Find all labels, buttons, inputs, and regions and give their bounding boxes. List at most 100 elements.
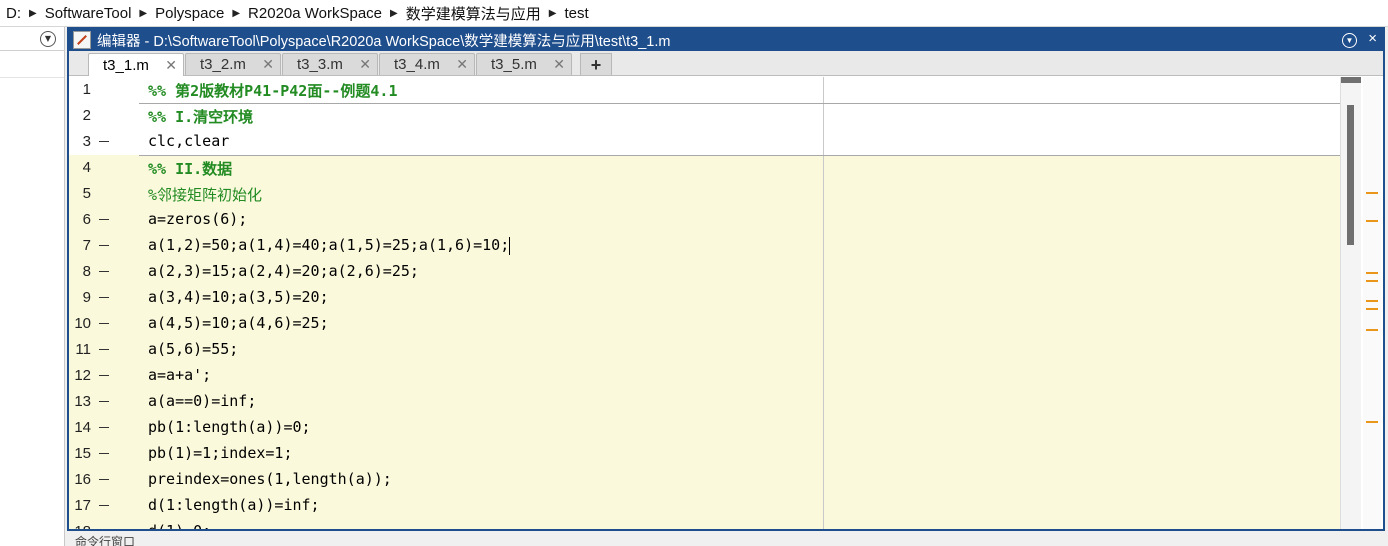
code-analyzer-markbar[interactable] (1363, 77, 1381, 529)
code-line[interactable]: 11 a(5,6)=55; (69, 337, 1345, 363)
code-line[interactable]: 17 d(1:length(a))=inf; (69, 493, 1345, 519)
breakpoint-gutter-dash[interactable] (99, 297, 109, 298)
warning-mark[interactable] (1366, 421, 1378, 423)
tab-label: t3_5.m (491, 56, 537, 73)
breakpoint-gutter-dash[interactable] (99, 427, 109, 428)
tab-label: t3_3.m (297, 56, 343, 73)
breakpoint-gutter-dash[interactable] (99, 323, 109, 324)
code-text: a(4,5)=10;a(4,6)=25; (148, 314, 329, 332)
tab-t3_3-m[interactable]: t3_3.m ✕ (282, 53, 378, 75)
line-number: 14 (74, 419, 91, 436)
breakpoint-gutter-dash[interactable] (99, 349, 109, 350)
tab-t3_2-m[interactable]: t3_2.m ✕ (185, 53, 281, 75)
line-number: 15 (74, 445, 91, 462)
breakpoint-gutter-dash[interactable] (99, 401, 109, 402)
tab-t3_4-m[interactable]: t3_4.m ✕ (379, 53, 475, 75)
code-line[interactable]: 5 %邻接矩阵初始化 (69, 181, 1345, 207)
tab-close-icon[interactable]: ✕ (262, 56, 274, 73)
breadcrumb-item[interactable]: test (564, 5, 588, 22)
line-number: 1 (82, 81, 91, 98)
warning-mark[interactable] (1366, 272, 1378, 274)
code-line[interactable]: 8 a(2,3)=15;a(2,4)=20;a(2,6)=25; (69, 259, 1345, 285)
tab-bar: + t3_1.m ✕ t3_2.m ✕ t3_3.m ✕ t3_4.m ✕ t3_5.m ✕ (69, 51, 1383, 76)
editor-title-bar: 编辑器 - D:\SoftwareTool\Polyspace\R2020a W… (69, 29, 1383, 51)
breadcrumb-arrow-icon[interactable]: ▶ (232, 8, 240, 19)
breadcrumb-arrow-icon[interactable]: ▶ (549, 8, 557, 19)
breadcrumb-item[interactable]: 数学建模算法与应用 (406, 3, 541, 24)
panel-menu-chevron-down-icon[interactable]: ▼ (40, 31, 56, 47)
code-text: a(2,3)=15;a(2,4)=20;a(2,6)=25; (148, 262, 419, 280)
tab-close-icon[interactable]: ✕ (359, 56, 371, 73)
breakpoint-gutter-dash[interactable] (99, 141, 109, 142)
tab-close-icon[interactable]: ✕ (553, 56, 565, 73)
line-number: 18 (69, 523, 91, 529)
code-line[interactable]: 13 a(a==0)=inf; (69, 389, 1345, 415)
line-number: 6 (82, 211, 91, 228)
code-line[interactable]: 9 a(3,4)=10;a(3,5)=20; (69, 285, 1345, 311)
line-number: 9 (82, 289, 91, 306)
breakpoint-gutter-dash[interactable] (99, 271, 109, 272)
breakpoint-gutter-dash[interactable] (99, 219, 109, 220)
code-text: clc,clear (148, 132, 230, 150)
cell-divider (139, 155, 1345, 156)
command-window-label: 命令行窗口 (75, 535, 136, 546)
command-window-header[interactable]: 命令行窗口 (67, 533, 1385, 546)
line-number: 13 (74, 393, 91, 410)
tab-t3_1-m[interactable]: t3_1.m ✕ (88, 53, 184, 76)
add-tab-plus-icon[interactable]: + (580, 53, 612, 75)
warning-mark[interactable] (1366, 192, 1378, 194)
breakpoint-gutter-dash[interactable] (99, 479, 109, 480)
breadcrumb-arrow-icon[interactable]: ▶ (139, 8, 147, 19)
panel-header: ▼ (0, 27, 64, 51)
warning-mark[interactable] (1366, 308, 1378, 310)
code-text: a(1,2)=50;a(1,4)=40;a(1,5)=25;a(1,6)=10; (148, 236, 511, 255)
code-line[interactable]: 1 %% 第2版教材P41-P42面--例题4.1 (69, 77, 1345, 103)
window-menu-chevron-down-icon[interactable]: ▼ (1342, 33, 1357, 48)
editor-title: 编辑器 - D:\SoftwareTool\Polyspace\R2020a W… (97, 33, 671, 50)
code-line[interactable]: 10 a(4,5)=10;a(4,6)=25; (69, 311, 1345, 337)
code-line[interactable]: 14 pb(1:length(a))=0; (69, 415, 1345, 441)
scrollbar-thumb[interactable] (1347, 105, 1354, 245)
code-line[interactable]: 6 a=zeros(6); (69, 207, 1345, 233)
breakpoint-gutter-dash[interactable] (99, 453, 109, 454)
code-line[interactable]: 2 %% I.清空环境 (69, 103, 1345, 129)
code-text: a=a+a'; (148, 366, 212, 384)
address-bar[interactable]: D: ▶ SoftwareTool ▶ Polyspace ▶ R2020a WorkSpa… (0, 0, 1388, 27)
code-line[interactable]: 12 a=a+a'; (69, 363, 1345, 389)
breakpoint-gutter-dash[interactable] (99, 505, 109, 506)
tab-close-icon[interactable]: ✕ (456, 56, 468, 73)
code-line[interactable]: 16 preindex=ones(1,length(a)); (69, 467, 1345, 493)
code-line[interactable]: 18 d(1)=0; (69, 519, 1345, 529)
breadcrumb-item[interactable]: SoftwareTool (45, 5, 132, 22)
code-line[interactable]: 4 %% II.数据 (69, 155, 1345, 181)
comment-text: %% II.数据 (148, 160, 233, 178)
code-editor[interactable]: 1 %% 第2版教材P41-P42面--例题4.1 2 %% I.清空环境 3 clc,c… (69, 77, 1345, 529)
warning-mark[interactable] (1366, 220, 1378, 222)
editor-window: 编辑器 - D:\SoftwareTool\Polyspace\R2020a W… (67, 27, 1385, 531)
code-text: a(5,6)=55; (148, 340, 239, 358)
warning-mark[interactable] (1366, 329, 1378, 331)
code-line[interactable]: 15 pb(1)=1;index=1; (69, 441, 1345, 467)
close-icon[interactable]: × (1368, 30, 1377, 47)
scrollbar-cap (1341, 77, 1361, 83)
breadcrumb-arrow-icon[interactable]: ▶ (390, 8, 398, 19)
breadcrumb-arrow-icon[interactable]: ▶ (29, 8, 37, 19)
breakpoint-gutter-dash[interactable] (99, 245, 109, 246)
line-number: 11 (75, 341, 91, 358)
line-number: 10 (74, 315, 91, 332)
tab-label: t3_1.m (103, 56, 149, 74)
breakpoint-gutter-dash[interactable] (99, 375, 109, 376)
warning-mark[interactable] (1366, 280, 1378, 282)
code-line[interactable]: 3 clc,clear (69, 129, 1345, 155)
tab-close-icon[interactable]: ✕ (165, 57, 177, 74)
code-text: a(3,4)=10;a(3,5)=20; (148, 288, 329, 306)
warning-mark[interactable] (1366, 300, 1378, 302)
breadcrumb-item[interactable]: Polyspace (155, 5, 224, 22)
vertical-scrollbar[interactable] (1340, 77, 1361, 529)
breadcrumb-item[interactable]: R2020a WorkSpace (248, 5, 382, 22)
editor-icon (73, 31, 91, 49)
code-line[interactable]: 7 a(1,2)=50;a(1,4)=40;a(1,5)=25;a(1,6)=10… (69, 233, 1345, 259)
breadcrumb-item[interactable]: D: (6, 5, 21, 22)
code-text: d(1)=0; (148, 522, 211, 529)
tab-t3_5-m[interactable]: t3_5.m ✕ (476, 53, 572, 75)
